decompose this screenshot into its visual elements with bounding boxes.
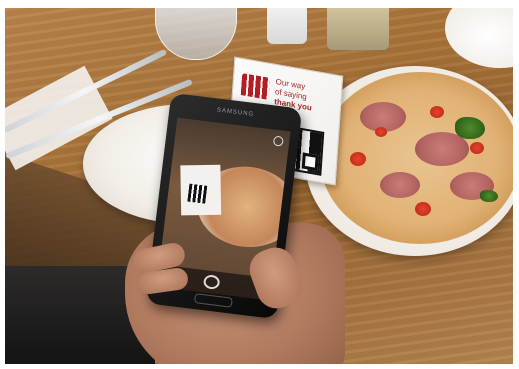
salt-shaker	[267, 8, 307, 44]
ham-topping	[380, 172, 420, 198]
home-key	[193, 293, 233, 308]
shutter-icon	[202, 274, 221, 290]
camera-settings-icon	[272, 135, 284, 147]
tomato-topping	[415, 202, 431, 216]
basil-topping	[480, 190, 498, 202]
tomato-topping	[350, 152, 366, 166]
restaurant-logo-icon	[240, 73, 270, 100]
basil-topping	[455, 117, 485, 139]
tomato-topping	[470, 142, 484, 154]
condiment-jar	[327, 8, 389, 50]
tomato-topping	[430, 106, 444, 118]
tomato-topping	[375, 127, 387, 137]
viewfinder-qr-icon	[187, 183, 208, 204]
pizza	[320, 72, 513, 244]
photo: Our way of saying thank you SAMSUNG	[5, 8, 513, 364]
